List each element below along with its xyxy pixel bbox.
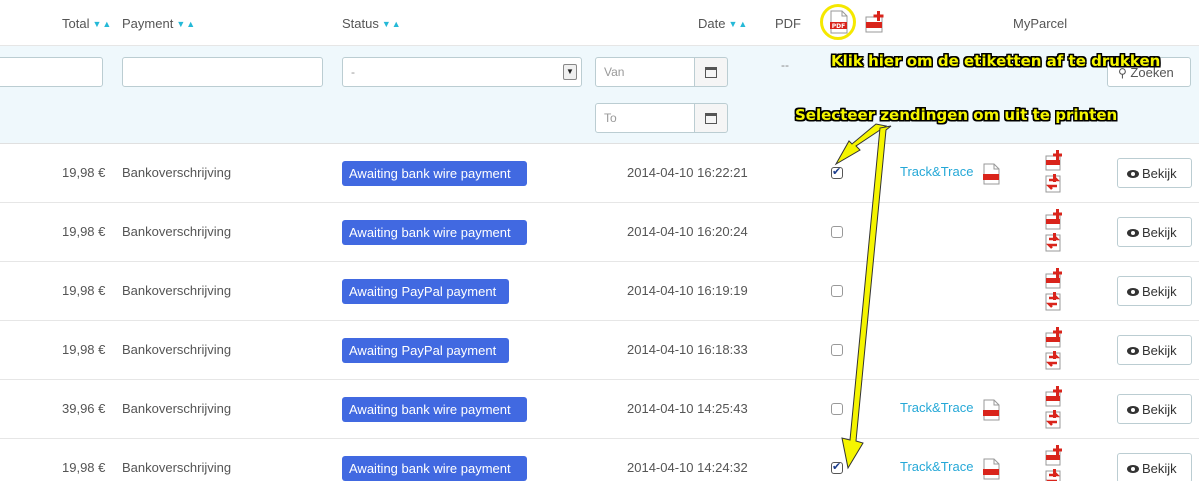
annotation-arrows: [834, 123, 892, 470]
arrow-to-row-6: [841, 125, 892, 470]
